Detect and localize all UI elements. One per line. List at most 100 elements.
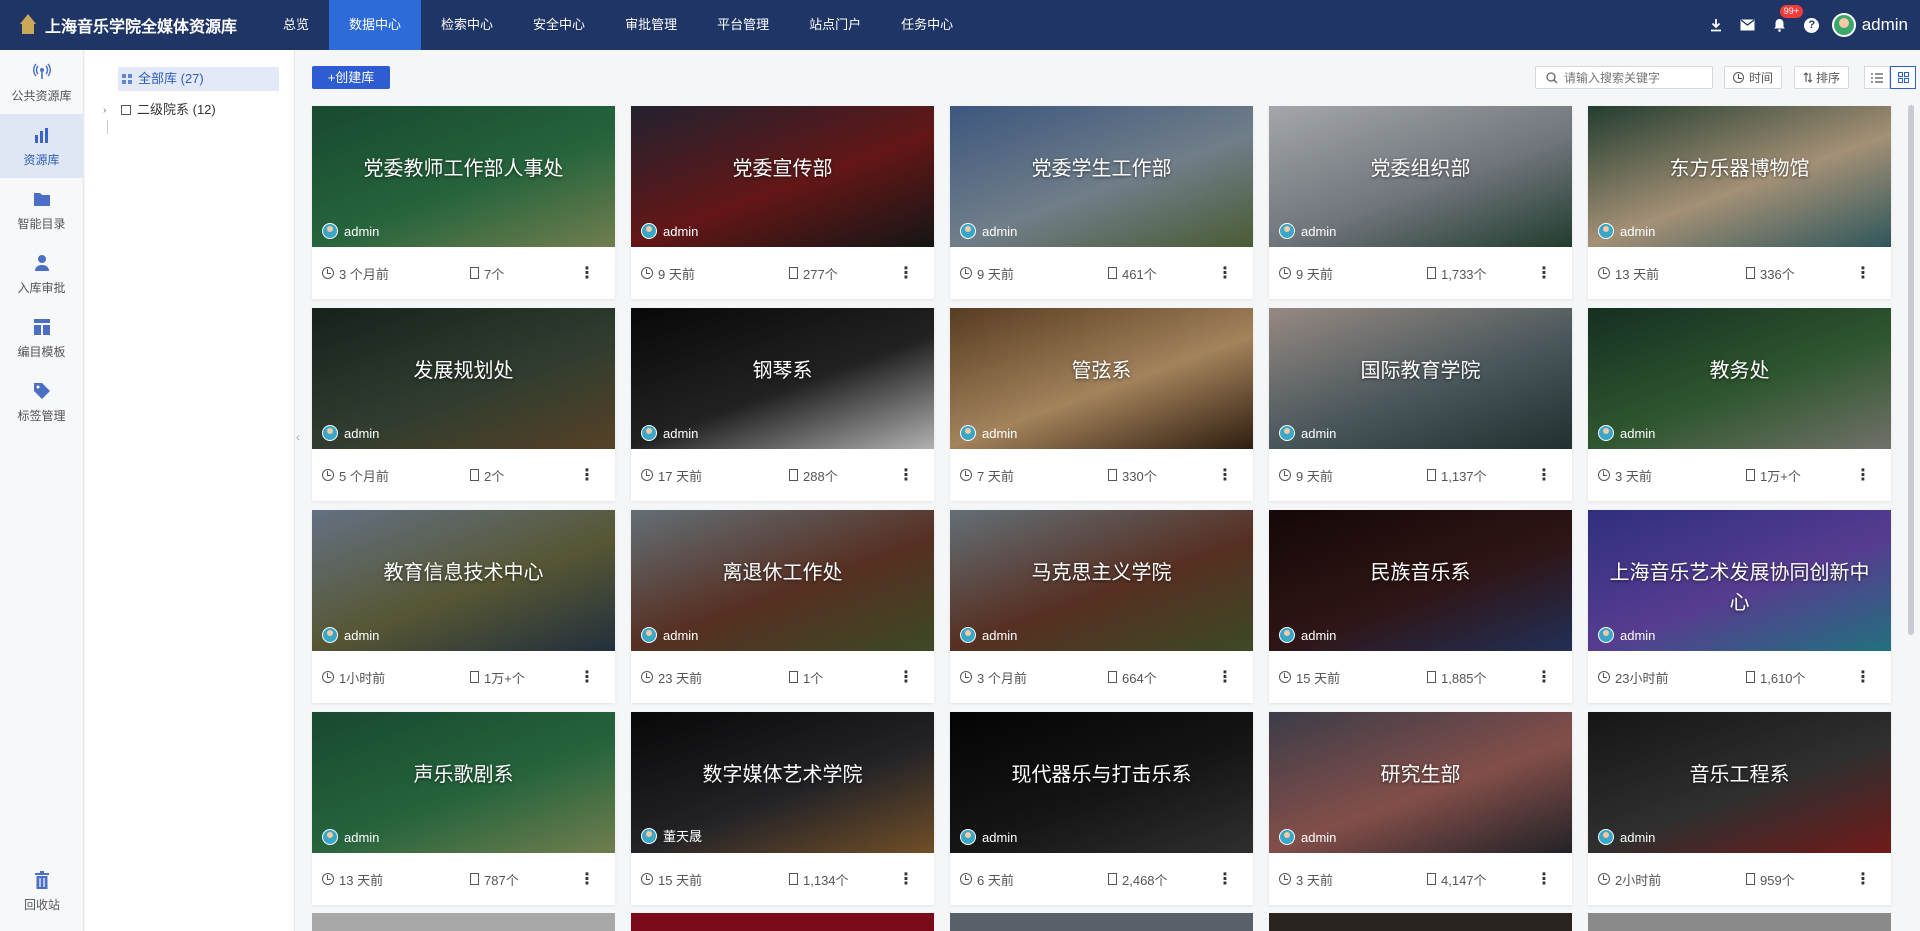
library-card[interactable]: 钢琴系 admin 17 天前 288个 ⋮ bbox=[631, 308, 934, 501]
sidebar-item[interactable]: 智能目录 bbox=[0, 178, 83, 242]
owner-name: admin bbox=[982, 223, 1018, 239]
library-card-partial[interactable] bbox=[1269, 913, 1572, 931]
search-input[interactable] bbox=[1564, 70, 1704, 85]
more-options-icon[interactable]: ⋮ bbox=[1536, 667, 1552, 687]
library-card-partial[interactable] bbox=[312, 913, 615, 931]
library-owner: admin bbox=[960, 223, 1017, 239]
sidebar-item[interactable]: 入库审批 bbox=[0, 242, 83, 306]
notification-bell-icon[interactable]: 99+ bbox=[1764, 0, 1803, 50]
more-options-icon[interactable]: ⋮ bbox=[579, 667, 595, 687]
create-library-button[interactable]: +创建库 bbox=[312, 66, 390, 89]
sort-by-time-label: 时间 bbox=[1749, 71, 1774, 85]
user-avatar[interactable] bbox=[1831, 13, 1856, 37]
library-card[interactable]: 现代器乐与打击乐系 admin 6 天前 2,468个 ⋮ bbox=[950, 712, 1253, 905]
library-card[interactable]: 党委组织部 admin 9 天前 1,733个 ⋮ bbox=[1269, 106, 1572, 299]
updated-time-text: 6 天前 bbox=[977, 872, 1014, 888]
library-card[interactable]: 民族音乐系 admin 15 天前 1,885个 ⋮ bbox=[1269, 510, 1572, 703]
file-count-text: 1,733个 bbox=[1441, 266, 1487, 282]
library-card[interactable]: 国际教育学院 admin 9 天前 1,137个 ⋮ bbox=[1269, 308, 1572, 501]
sidebar-item[interactable]: 标签管理 bbox=[0, 370, 83, 434]
nav-tab[interactable]: 平台管理 bbox=[697, 0, 789, 50]
more-options-icon[interactable]: ⋮ bbox=[898, 465, 914, 485]
sidebar-item[interactable]: 公共资源库 bbox=[0, 50, 83, 114]
sidebar-item[interactable]: 编目模板 bbox=[0, 306, 83, 370]
library-owner: admin bbox=[322, 627, 379, 643]
updated-time-text: 9 天前 bbox=[658, 266, 695, 282]
more-options-icon[interactable]: ⋮ bbox=[1217, 263, 1233, 283]
library-card[interactable]: 教务处 admin 3 天前 1万+个 ⋮ bbox=[1588, 308, 1891, 501]
tree-node-all-libraries[interactable]: 全部库 (27) bbox=[118, 67, 279, 91]
more-options-icon[interactable]: ⋮ bbox=[1217, 667, 1233, 687]
library-title: 钢琴系 bbox=[752, 360, 813, 382]
nav-tab[interactable]: 审批管理 bbox=[605, 0, 697, 50]
collapse-panel-handle[interactable]: ‹ bbox=[296, 430, 304, 454]
file-count-text: 2个 bbox=[484, 468, 505, 484]
list-view-button[interactable] bbox=[1864, 66, 1890, 89]
more-options-icon[interactable]: ⋮ bbox=[1536, 263, 1552, 283]
library-card[interactable]: 研究生部 admin 3 天前 4,147个 ⋮ bbox=[1269, 712, 1572, 905]
avatar bbox=[1598, 829, 1614, 845]
more-options-icon[interactable]: ⋮ bbox=[898, 263, 914, 283]
library-card[interactable]: 音乐工程系 admin 2小时前 959个 ⋮ bbox=[1588, 712, 1891, 905]
search-field[interactable] bbox=[1535, 66, 1713, 89]
library-card[interactable]: 声乐歌剧系 admin 13 天前 787个 ⋮ bbox=[312, 712, 615, 905]
mail-icon[interactable] bbox=[1732, 0, 1764, 50]
grid-view-button[interactable] bbox=[1890, 66, 1916, 89]
more-options-icon[interactable]: ⋮ bbox=[579, 869, 595, 889]
file-count: 787个 bbox=[470, 870, 519, 889]
more-options-icon[interactable]: ⋮ bbox=[1855, 263, 1871, 283]
more-options-icon[interactable]: ⋮ bbox=[1217, 869, 1233, 889]
user-name[interactable]: admin bbox=[1862, 15, 1908, 35]
file-icon bbox=[470, 267, 479, 279]
updated-time: 7 天前 bbox=[960, 466, 1014, 485]
more-options-icon[interactable]: ⋮ bbox=[1855, 667, 1871, 687]
nav-tab[interactable]: 站点门户 bbox=[789, 0, 881, 50]
tree-node-secondary-departments[interactable]: 二级院系 (12) bbox=[121, 98, 216, 122]
sort-arrows-icon bbox=[1803, 72, 1813, 83]
nav-tab[interactable]: 检索中心 bbox=[421, 0, 513, 50]
nav-tab[interactable]: 总览 bbox=[263, 0, 329, 50]
library-card-partial[interactable] bbox=[950, 913, 1253, 931]
library-card[interactable]: 管弦系 admin 7 天前 330个 ⋮ bbox=[950, 308, 1253, 501]
sort-button[interactable]: 排序 bbox=[1794, 66, 1850, 89]
more-options-icon[interactable]: ⋮ bbox=[1855, 465, 1871, 485]
nav-tab[interactable]: 数据中心 bbox=[329, 0, 422, 50]
sidebar-item-label: 智能目录 bbox=[17, 216, 66, 231]
avatar bbox=[322, 223, 338, 239]
library-owner: admin bbox=[641, 223, 698, 239]
library-card-partial[interactable] bbox=[631, 913, 934, 931]
more-options-icon[interactable]: ⋮ bbox=[1536, 869, 1552, 889]
more-options-icon[interactable]: ⋮ bbox=[579, 263, 595, 283]
file-count: 1,134个 bbox=[789, 870, 849, 889]
library-card-partial[interactable] bbox=[1588, 913, 1891, 931]
library-card[interactable]: 上海音乐艺术发展协同创新中心 admin 23小时前 1,610个 ⋮ bbox=[1588, 510, 1891, 703]
library-card[interactable]: 数字媒体艺术学院 董天晟 15 天前 1,134个 ⋮ bbox=[631, 712, 934, 905]
sidebar-item[interactable]: 资源库 bbox=[0, 114, 83, 178]
help-icon[interactable]: ? bbox=[1796, 0, 1828, 50]
library-card[interactable]: 发展规划处 admin 5 个月前 2个 ⋮ bbox=[312, 308, 615, 501]
scrollbar[interactable] bbox=[1908, 105, 1914, 635]
library-card[interactable]: 离退休工作处 admin 23 天前 1个 ⋮ bbox=[631, 510, 934, 703]
more-options-icon[interactable]: ⋮ bbox=[579, 465, 595, 485]
owner-name: admin bbox=[663, 425, 699, 441]
download-icon[interactable] bbox=[1700, 0, 1732, 50]
nav-tab[interactable]: 任务中心 bbox=[881, 0, 973, 50]
sort-by-time-button[interactable]: 时间 bbox=[1724, 66, 1783, 89]
library-card[interactable]: 马克思主义学院 admin 3 个月前 664个 ⋮ bbox=[950, 510, 1253, 703]
avatar bbox=[1279, 829, 1295, 845]
library-card[interactable]: 教育信息技术中心 admin 1小时前 1万+个 ⋮ bbox=[312, 510, 615, 703]
nav-tab[interactable]: 安全中心 bbox=[513, 0, 605, 50]
more-options-icon[interactable]: ⋮ bbox=[898, 667, 914, 687]
library-card[interactable]: 东方乐器博物馆 admin 13 天前 336个 ⋮ bbox=[1588, 106, 1891, 299]
library-card[interactable]: 党委宣传部 admin 9 天前 277个 ⋮ bbox=[631, 106, 934, 299]
sidebar-item-recycle-bin[interactable]: 回收站 bbox=[0, 859, 84, 923]
library-card[interactable]: 党委学生工作部 admin 9 天前 461个 ⋮ bbox=[950, 106, 1253, 299]
more-options-icon[interactable]: ⋮ bbox=[898, 869, 914, 889]
library-title: 现代器乐与打击乐系 bbox=[1011, 764, 1192, 786]
more-options-icon[interactable]: ⋮ bbox=[1217, 465, 1233, 485]
chevron-right-icon[interactable]: › bbox=[103, 105, 106, 116]
avatar bbox=[1279, 223, 1295, 239]
library-card[interactable]: 党委教师工作部人事处 admin 3 个月前 7个 ⋮ bbox=[312, 106, 615, 299]
more-options-icon[interactable]: ⋮ bbox=[1536, 465, 1552, 485]
more-options-icon[interactable]: ⋮ bbox=[1855, 869, 1871, 889]
